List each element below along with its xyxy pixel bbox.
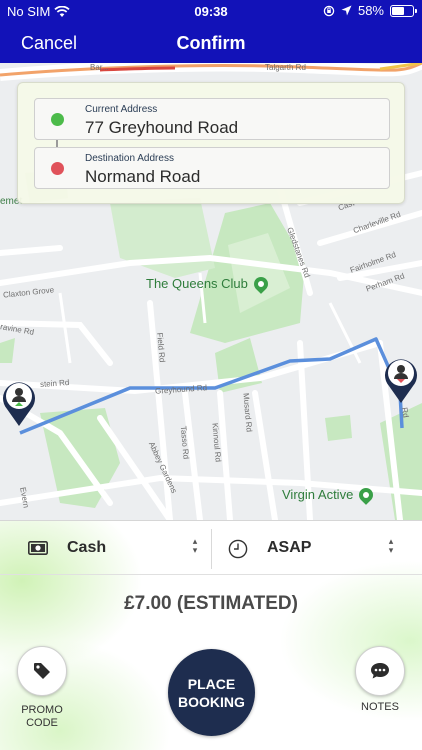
map-pin-icon bbox=[356, 484, 377, 505]
cancel-button[interactable]: Cancel bbox=[21, 33, 77, 54]
notes-label: NOTES bbox=[361, 701, 399, 713]
current-address-label: Current Address bbox=[85, 104, 158, 115]
current-dot-icon bbox=[51, 113, 64, 126]
time-selector[interactable]: ASAP ▴ ▾ bbox=[212, 525, 422, 571]
street-label: Rd bbox=[399, 406, 411, 419]
chat-bubble-icon bbox=[371, 663, 389, 679]
tag-icon bbox=[34, 663, 50, 679]
destination-address-value: Normand Road bbox=[85, 167, 201, 186]
street-label: Bar... bbox=[90, 63, 109, 72]
location-arrow-icon bbox=[341, 5, 352, 16]
cash-icon bbox=[28, 541, 48, 555]
poi-virgin-active[interactable]: Virgin Active bbox=[282, 484, 377, 505]
time-value: ASAP bbox=[267, 539, 312, 556]
battery-icon bbox=[390, 4, 417, 17]
destination-address-field[interactable]: Destination Address Normand Road bbox=[34, 147, 390, 189]
chevron-updown-icon: ▴ ▾ bbox=[192, 536, 198, 555]
current-address-field[interactable]: Current Address 77 Greyhound Road bbox=[34, 98, 390, 140]
nav-bar: Cancel Confirm bbox=[0, 22, 422, 63]
divider bbox=[0, 574, 422, 575]
booking-panel: Cash ▴ ▾ ASAP ▴ ▾ £7.00 (ESTIMATED) PROMO … bbox=[0, 520, 422, 750]
top-bar: No SIM 09:38 58% Cancel Confirm bbox=[0, 0, 422, 63]
poi-queens-club[interactable]: The Queens Club bbox=[146, 273, 271, 294]
payment-selector[interactable]: Cash ▴ ▾ bbox=[0, 525, 211, 571]
chevron-updown-icon: ▴ ▾ bbox=[388, 536, 394, 555]
destination-address-label: Destination Address bbox=[85, 153, 174, 164]
current-address-value: 77 Greyhound Road bbox=[85, 118, 239, 137]
promo-code-label: PROMO CODE bbox=[21, 704, 63, 729]
pickup-marker-icon[interactable] bbox=[0, 377, 38, 427]
status-bar: No SIM 09:38 58% bbox=[0, 0, 422, 22]
map-pin-icon bbox=[251, 273, 271, 294]
address-card: Current Address 77 Greyhound Road Destin… bbox=[17, 82, 405, 204]
clock-icon bbox=[228, 539, 248, 559]
notes-button[interactable] bbox=[355, 646, 405, 696]
orientation-lock-icon bbox=[323, 5, 335, 16]
destination-dot-icon bbox=[51, 162, 64, 175]
battery-percent: 58% bbox=[357, 3, 384, 18]
street-label: Talgarth Rd bbox=[265, 63, 306, 72]
estimated-price: £7.00 (ESTIMATED) bbox=[124, 593, 298, 614]
promo-code-button[interactable] bbox=[17, 646, 67, 696]
destination-marker-icon[interactable] bbox=[382, 354, 420, 404]
status-right: 58% bbox=[323, 3, 417, 18]
payment-value: Cash bbox=[67, 539, 107, 556]
place-booking-button[interactable]: PLACE BOOKING bbox=[168, 649, 255, 736]
